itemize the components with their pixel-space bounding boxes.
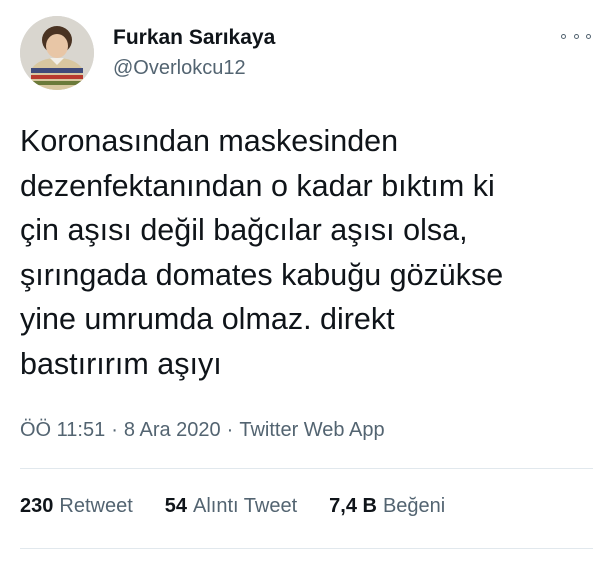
retweets-count: 230: [20, 495, 54, 517]
likes-label: Beğeni: [382, 495, 446, 517]
engagement-stats: 230 Retweet 54 Alıntı Tweet 7,4 B Beğeni: [20, 495, 477, 518]
tweet-time[interactable]: ÖÖ 11:51: [20, 419, 105, 441]
divider: [20, 468, 593, 469]
separator: ·: [226, 419, 234, 441]
retweets-label: Retweet: [59, 495, 133, 517]
quotes-count: 54: [164, 495, 187, 517]
tweet-text-line: çin aşısı değil bağcılar aşısı olsa,: [20, 213, 468, 247]
likes-stat[interactable]: 7,4 B Beğeni: [329, 495, 445, 518]
dot: [573, 33, 579, 39]
tweet-text: Koronasından maskesinden dezenfektanında…: [20, 119, 600, 386]
tweet-metadata: ÖÖ 11:51 · 8 Ara 2020 · Twitter Web App: [20, 419, 385, 442]
likes-count: 7,4 B: [329, 495, 377, 517]
avatar[interactable]: [20, 16, 94, 90]
author-name[interactable]: Furkan Sarıkaya: [113, 26, 275, 50]
child-photo-avatar-icon: [20, 16, 94, 90]
tweet-text-line: bastırırım aşıyı: [20, 346, 222, 381]
separator: ·: [111, 419, 118, 441]
retweets-stat[interactable]: 230 Retweet: [20, 495, 133, 518]
dot: [561, 33, 566, 39]
divider: [20, 548, 593, 549]
tweet-card: Furkan Sarıkaya @Overlokcu12 Koronasında…: [0, 0, 613, 561]
quotes-label: Alıntı Tweet: [193, 495, 298, 517]
dot: [586, 33, 591, 39]
tweet-date[interactable]: 8 Ara 2020: [124, 419, 221, 441]
tweet-source[interactable]: Twitter Web App: [239, 419, 384, 441]
more-options-icon[interactable]: [561, 26, 591, 46]
tweet-text-line: yine umrumda olmaz. direkt: [20, 302, 395, 336]
author-handle[interactable]: @Overlokcu12: [113, 57, 246, 80]
tweet-text-line: Koronasından maskesinden: [20, 124, 399, 158]
quotes-stat[interactable]: 54 Alıntı Tweet: [165, 495, 297, 518]
tweet-text-line: şırıngada domates kabuğu gözükse: [20, 257, 504, 292]
tweet-text-line: dezenfektanından o kadar bıktım ki: [20, 168, 495, 203]
